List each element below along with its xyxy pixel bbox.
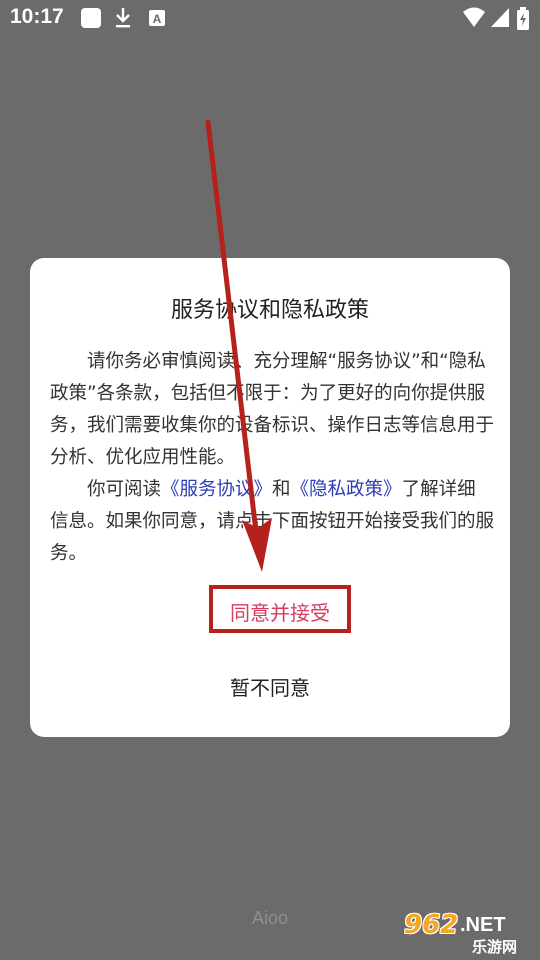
para2-prefix: 你可阅读 [87,479,162,500]
watermark-number: 962 [404,910,459,940]
watermark-cn: 乐游网 [472,938,518,956]
accept-button-highlight: 同意并接受 [209,585,351,633]
app-name-label: Aioo [251,908,289,928]
decline-button[interactable]: 暂不同意 [170,672,370,702]
para2-and: 和 [272,479,291,500]
font-a-icon: A [149,10,165,26]
dialog-paragraph-1: 请你务必审慎阅读、充分理解“服务协议”和“隐私政策”各条款，包括但不限于：为了更… [50,351,495,468]
service-agreement-link[interactable]: 《服务协议》 [161,479,272,500]
accept-button[interactable]: 同意并接受 [213,597,347,626]
signal-icon [491,8,509,27]
app-square-icon [81,8,101,28]
watermark-logo: 962 .NET 乐游网 [400,908,536,956]
svg-text:A: A [153,12,162,26]
status-bar: 10:17 A [0,0,540,36]
battery-icon [517,7,529,30]
dialog-title: 服务协议和隐私政策 [170,298,369,323]
privacy-policy-link[interactable]: 《隐私政策》 [291,479,402,500]
download-icon [116,8,130,28]
privacy-dialog: 服务协议和隐私政策 请你务必审慎阅读、充分理解“服务协议”和“隐私政策”各条款，… [30,258,510,737]
watermark-net: .NET [460,914,506,936]
dialog-paragraph-2: 你可阅读《服务协议》和《隐私政策》了解详细信息。如果你同意，请点击下面按钮开始接… [50,474,494,570]
status-time: 10:17 [10,5,64,28]
dialog-body: 请你务必审慎阅读、充分理解“服务协议”和“隐私政策”各条款，包括但不限于：为了更… [50,346,494,570]
wifi-icon [463,7,485,27]
